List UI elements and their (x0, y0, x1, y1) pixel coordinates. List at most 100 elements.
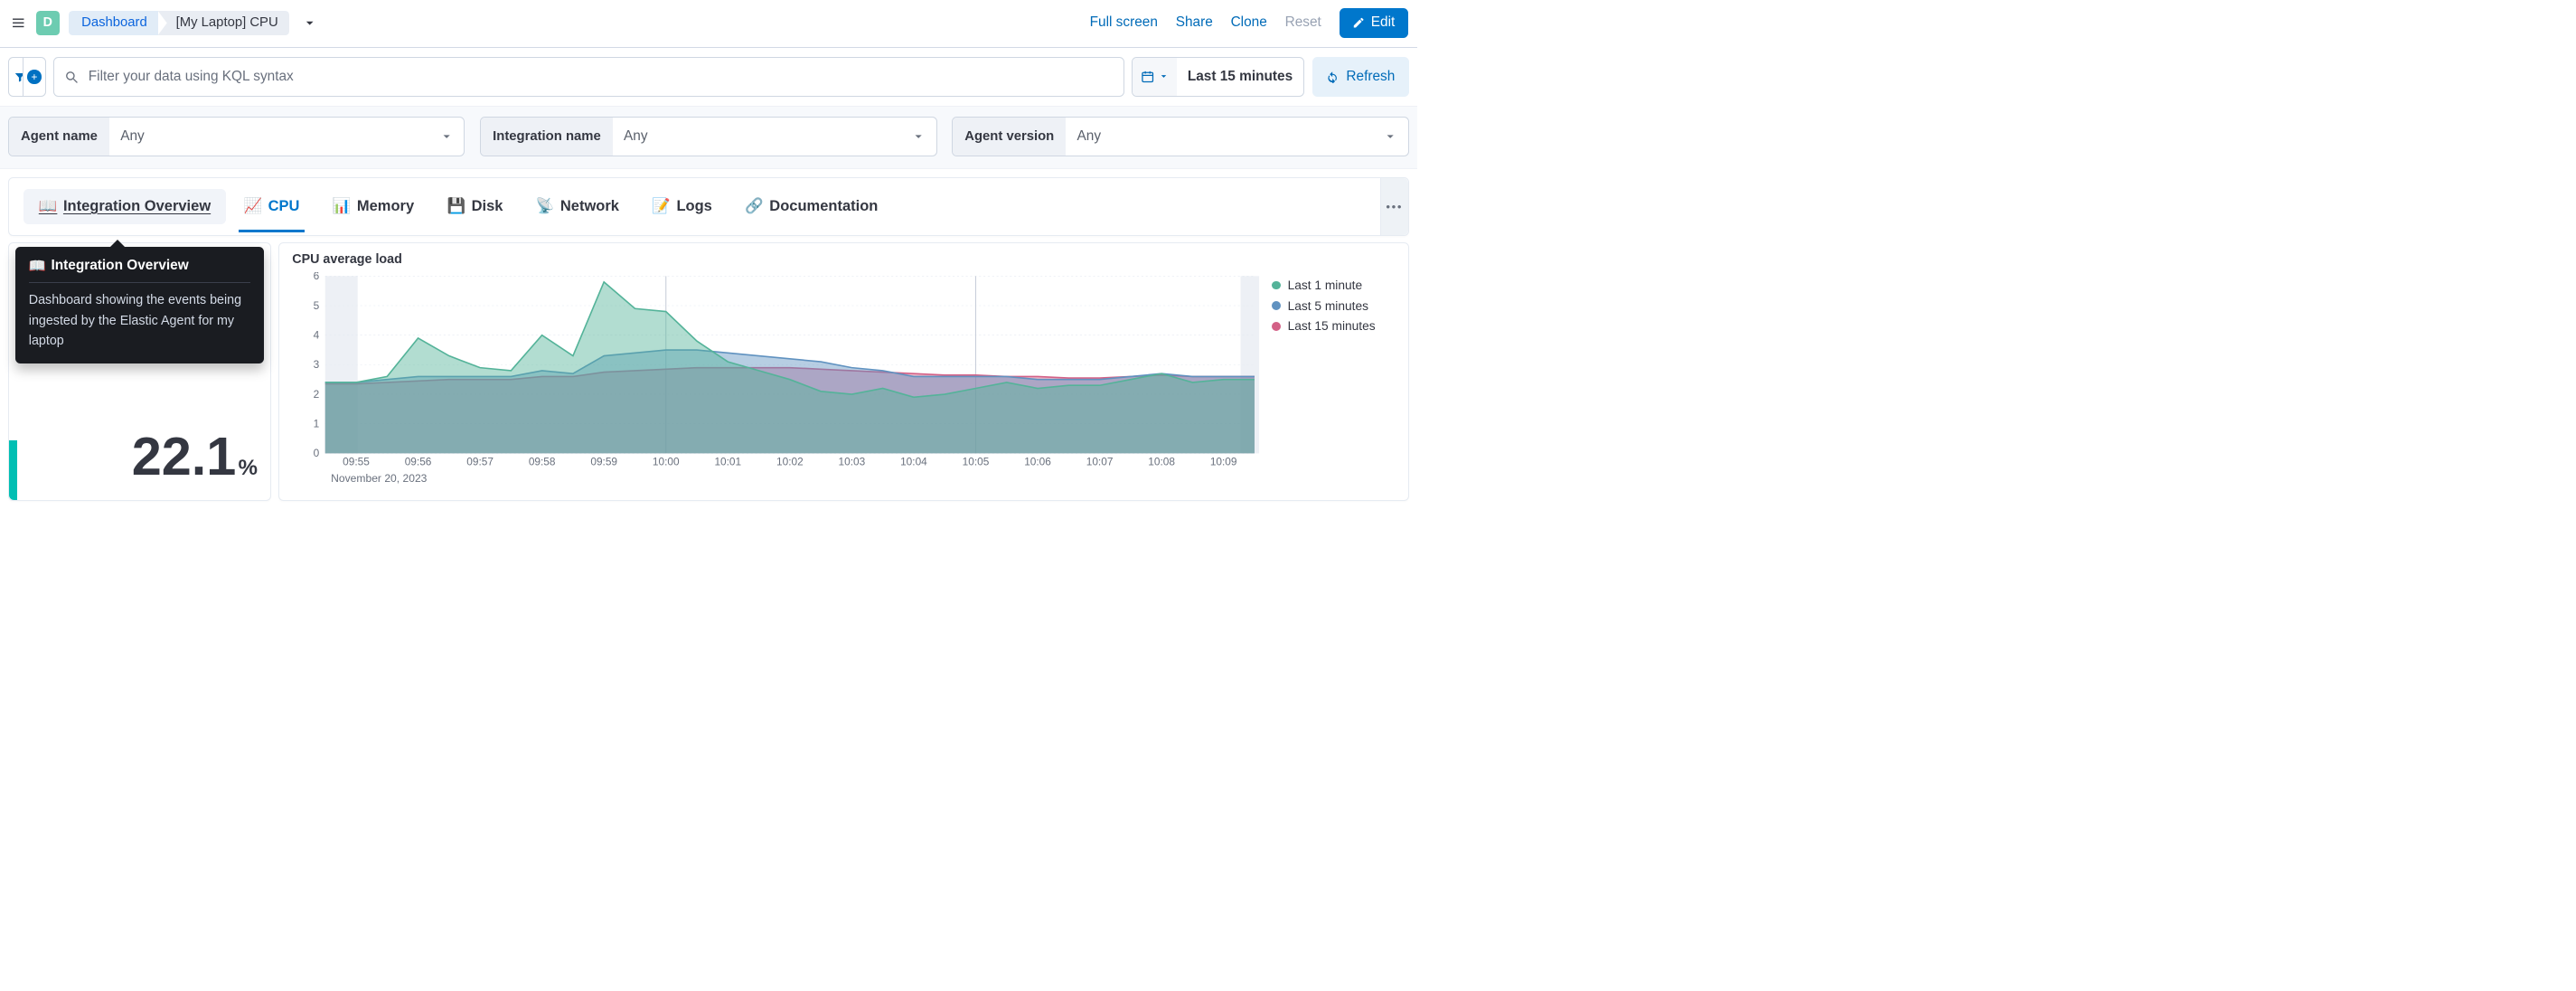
chart-title: CPU average load (292, 252, 1260, 267)
query-input[interactable] (88, 68, 1114, 85)
tab-logs[interactable]: 📝 Logs (637, 189, 728, 224)
tooltip-body: Dashboard showing the events being inges… (29, 290, 251, 350)
svg-text:10:01: 10:01 (715, 455, 742, 467)
filter-value: Any (1077, 128, 1102, 145)
book-icon: 📖 (29, 258, 46, 275)
tab-label: Integration Overview (63, 198, 211, 215)
tab-disk[interactable]: 💾 Disk (432, 189, 518, 224)
filter-value: Any (120, 128, 145, 145)
legend-item[interactable]: Last 1 minute (1272, 278, 1394, 292)
svg-text:3: 3 (314, 358, 320, 371)
filter-agent-version[interactable]: Agent version Any (952, 117, 1409, 156)
chart-plot[interactable]: 012345609:5509:5609:5709:5809:5910:0010:… (304, 272, 1259, 468)
svg-text:09:59: 09:59 (591, 455, 618, 467)
tab-memory[interactable]: 📊 Memory (317, 189, 428, 224)
search-icon (64, 70, 80, 85)
chart-panel[interactable]: CPU average load 012345609:5509:5609:570… (278, 242, 1409, 501)
date-range-label[interactable]: Last 15 minutes (1177, 58, 1304, 96)
book-icon: 📖 (39, 198, 58, 215)
chart-up-icon: 📈 (243, 198, 262, 215)
tab-label: Memory (357, 198, 414, 215)
hamburger-icon (11, 15, 26, 31)
svg-text:10:09: 10:09 (1210, 455, 1237, 467)
plus-icon: + (27, 70, 41, 83)
legend-swatch (1272, 281, 1281, 290)
legend-swatch (1272, 322, 1281, 331)
dashboard-tabs: 📖 Integration Overview 📈 CPU 📊 Memory 💾 … (9, 178, 1380, 235)
link-icon: 🔗 (745, 198, 764, 215)
svg-text:10:06: 10:06 (1025, 455, 1052, 467)
svg-text:4: 4 (314, 328, 320, 341)
breadcrumb-current: [My Laptop] CPU (158, 11, 289, 34)
space-avatar[interactable]: D (36, 11, 60, 34)
svg-text:10:04: 10:04 (901, 455, 928, 467)
chevron-down-icon (440, 130, 453, 143)
tab-documentation[interactable]: 🔗 Documentation (730, 189, 893, 224)
filter-agent-name[interactable]: Agent name Any (8, 117, 465, 156)
calendar-icon (1141, 70, 1154, 83)
svg-text:1: 1 (314, 417, 320, 429)
legend-label: Last 15 minutes (1288, 319, 1376, 333)
panel-options[interactable]: ••• (1380, 178, 1408, 235)
tooltip-title: Integration Overview (51, 258, 188, 274)
svg-text:10:03: 10:03 (839, 455, 866, 467)
edit-button[interactable]: Edit (1340, 8, 1408, 38)
tab-tooltip: 📖 Integration Overview Dashboard showing… (15, 247, 263, 363)
tab-label: Network (560, 198, 619, 215)
date-quick-menu[interactable] (1133, 58, 1176, 96)
tab-network[interactable]: 📡 Network (521, 189, 634, 224)
svg-text:10:07: 10:07 (1086, 455, 1114, 467)
query-input-wrap[interactable] (53, 57, 1123, 97)
legend-label: Last 5 minutes (1288, 299, 1368, 313)
add-filter-button[interactable]: + (23, 57, 45, 97)
refresh-label: Refresh (1346, 69, 1395, 85)
share-button[interactable]: Share (1176, 14, 1213, 31)
svg-text:10:08: 10:08 (1149, 455, 1176, 467)
metric-accent-bar (9, 440, 17, 500)
legend-item[interactable]: Last 15 minutes (1272, 319, 1394, 333)
refresh-button[interactable]: Refresh (1312, 57, 1409, 97)
chevron-down-icon (303, 16, 316, 30)
filter-integration-name[interactable]: Integration name Any (480, 117, 937, 156)
svg-text:10:05: 10:05 (963, 455, 990, 467)
tab-label: Documentation (769, 198, 878, 215)
svg-text:09:58: 09:58 (529, 455, 556, 467)
svg-text:6: 6 (314, 272, 320, 282)
svg-text:09:55: 09:55 (343, 455, 371, 467)
edit-button-label: Edit (1371, 14, 1396, 31)
tab-label: Disk (472, 198, 503, 215)
legend-label: Last 1 minute (1288, 278, 1363, 292)
legend-swatch (1272, 301, 1281, 310)
chart-x-subtitle: November 20, 2023 (331, 472, 1260, 485)
metric-value: 22.1 % (132, 425, 258, 487)
refresh-icon (1326, 71, 1339, 83)
filter-label: Integration name (481, 118, 613, 156)
tab-cpu[interactable]: 📈 CPU (229, 189, 315, 224)
full-screen-button[interactable]: Full screen (1090, 14, 1158, 31)
breadcrumb-dropdown[interactable] (303, 16, 316, 30)
menu-toggle[interactable] (7, 12, 29, 33)
svg-text:09:57: 09:57 (467, 455, 494, 467)
legend-item[interactable]: Last 5 minutes (1272, 299, 1394, 313)
tab-integration-overview[interactable]: 📖 Integration Overview (24, 189, 225, 224)
svg-text:2: 2 (314, 388, 320, 401)
clone-button[interactable]: Clone (1231, 14, 1267, 31)
svg-text:10:00: 10:00 (653, 455, 680, 467)
svg-text:09:56: 09:56 (405, 455, 432, 467)
bar-chart-icon: 📊 (333, 198, 352, 215)
filter-label: Agent version (953, 118, 1066, 156)
pencil-icon (1352, 16, 1365, 29)
notes-icon: 📝 (652, 198, 671, 215)
reset-button[interactable]: Reset (1285, 14, 1321, 31)
breadcrumb: Dashboard [My Laptop] CPU (69, 11, 289, 34)
chevron-down-icon (1384, 130, 1396, 143)
metric-panel[interactable]: 📖 Integration Overview Dashboard showing… (8, 242, 272, 501)
network-icon: 📡 (536, 198, 555, 215)
floppy-icon: 💾 (447, 198, 465, 215)
date-picker[interactable]: Last 15 minutes (1132, 57, 1304, 97)
filter-value: Any (624, 128, 648, 145)
svg-text:5: 5 (314, 299, 320, 312)
chevron-down-icon (1159, 71, 1169, 81)
breadcrumb-root[interactable]: Dashboard (69, 11, 158, 34)
metric-number: 22.1 (132, 425, 237, 487)
